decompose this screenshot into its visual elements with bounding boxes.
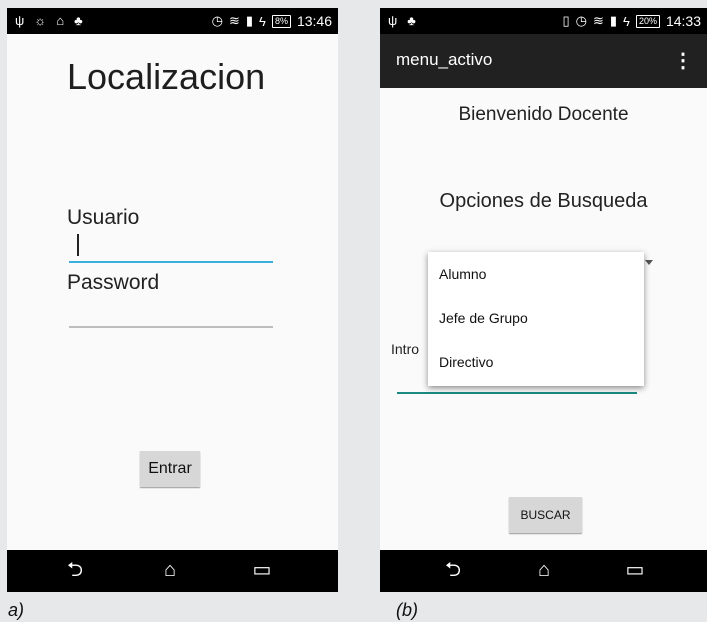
back-icon[interactable]: ⮌ [60,558,90,582]
vibrate-icon: ▯ [562,13,570,28]
bulb-icon: ☼ [34,13,47,28]
search-input[interactable] [397,392,637,394]
home-icon[interactable]: ⌂ [155,558,185,582]
phone-screen-b: ψ ♣ ▯ ◷ ≋ ▮ ϟ 20% 14:33 menu_activo ⋮ Bi… [380,8,707,592]
phone-screen-a: ψ ☼ ⌂ ♣ ◷ ≋ ▮ ϟ 8% 13:46 Localizacion Us… [7,8,338,592]
usb-icon: ψ [388,13,398,28]
password-input[interactable] [69,326,273,328]
recents-icon[interactable]: ▭ [620,558,650,582]
caption-b: (b) [396,600,418,620]
dropdown-option-alumno[interactable]: Alumno [428,252,644,296]
battery-indicator: 8% [271,14,291,28]
status-clock: 13:46 [296,13,332,29]
usb-icon: ψ [15,13,25,28]
action-bar: menu_activo ⋮ [380,34,707,88]
signal-icon: ▮ [609,13,618,28]
navigation-bar: ⮌ ⌂ ▭ [7,550,338,592]
wifi-icon: ≋ [228,13,240,28]
alarm-icon: ◷ [211,13,223,28]
password-label: Password [67,271,160,294]
search-options-heading: Opciones de Busqueda [439,190,648,212]
page-title: Localizacion [67,56,266,97]
spinner-arrow-icon[interactable] [645,260,653,265]
text-caret [77,234,79,256]
app-title: menu_activo [396,50,493,69]
battery-indicator: 20% [635,14,660,28]
options-dropdown: Alumno Jefe de Grupo Directivo [428,252,644,386]
recents-icon[interactable]: ▭ [247,558,277,582]
status-bar: ψ ☼ ⌂ ♣ ◷ ≋ ▮ ϟ 8% 13:46 [7,8,338,34]
entrar-button[interactable]: Entrar [140,451,200,487]
android-icon: ♣ [407,13,416,28]
buscar-button[interactable]: BUSCAR [509,497,582,533]
overflow-menu-icon[interactable]: ⋮ [673,48,693,73]
caption-a: a) [8,600,25,620]
dropdown-option-directivo[interactable]: Directivo [428,340,644,384]
charging-icon: ϟ [259,13,266,29]
dropdown-option-jefe-de-grupo[interactable]: Jefe de Grupo [428,296,644,340]
status-clock: 14:33 [665,13,701,29]
charging-icon: ϟ [623,13,630,29]
back-icon[interactable]: ⮌ [438,558,468,582]
usuario-label: Usuario [67,206,140,229]
navigation-bar: ⮌ ⌂ ▭ [380,550,707,592]
usuario-input[interactable] [69,261,273,263]
android-icon: ♣ [74,13,83,28]
signal-icon: ▮ [245,13,254,28]
home-icon[interactable]: ⌂ [529,558,559,582]
status-bar: ψ ♣ ▯ ◷ ≋ ▮ ϟ 20% 14:33 [380,8,707,34]
intro-label: Intro [391,341,420,357]
wifi-icon: ≋ [592,13,604,28]
notification-icon: ⌂ [56,13,65,28]
alarm-icon: ◷ [575,13,587,28]
welcome-heading: Bienvenido Docente [458,104,629,125]
